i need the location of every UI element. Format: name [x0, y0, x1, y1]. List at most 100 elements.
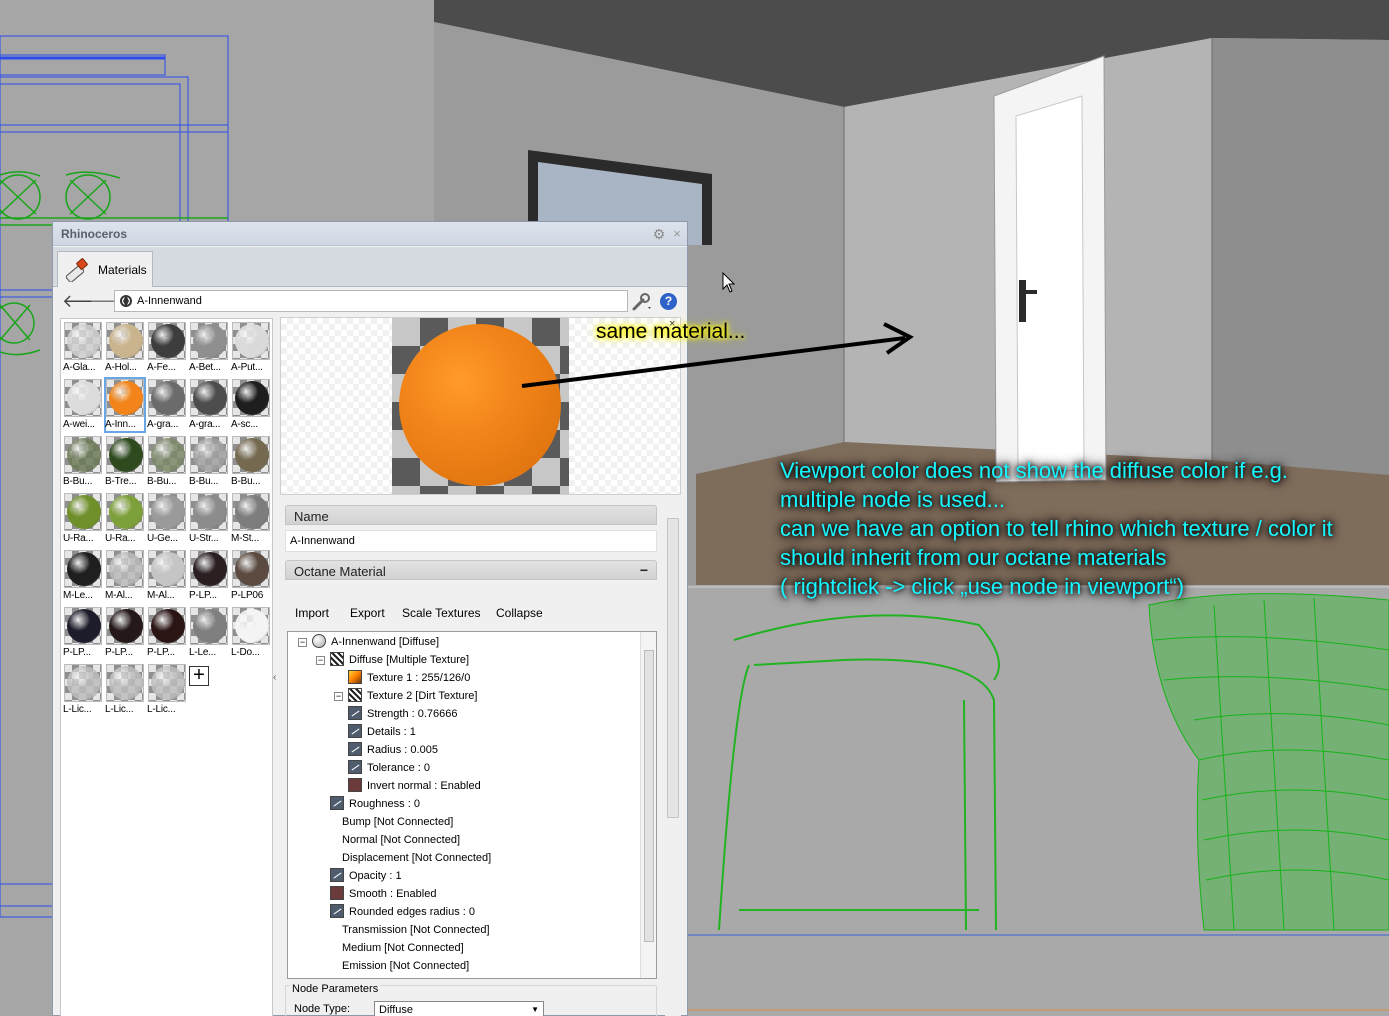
material-thumbnail[interactable]: M-Al... — [105, 549, 145, 603]
expander-icon[interactable]: − — [316, 656, 325, 665]
material-thumbnail[interactable]: U-Ra... — [105, 492, 145, 546]
octane-material-icon — [120, 295, 132, 307]
material-swatch — [64, 664, 102, 702]
node-tree-item[interactable]: Details : 1 — [348, 723, 416, 741]
tree-scrollbar-thumb[interactable] — [644, 650, 654, 942]
material-thumbnail[interactable]: A-Hol... — [105, 321, 145, 375]
close-icon[interactable]: × — [670, 226, 684, 242]
node-tree-item[interactable]: Bump [Not Connected] — [330, 813, 453, 831]
import-button[interactable]: Import — [295, 606, 329, 620]
material-thumbnail[interactable]: A-sc... — [231, 378, 271, 432]
node-tree-item[interactable]: Diffuse [Multiple Texture] — [330, 651, 469, 669]
material-thumbnail[interactable]: A-wei... — [63, 378, 103, 432]
material-thumbnail[interactable]: A-Fe... — [147, 321, 187, 375]
chevron-down-icon: ▼ — [531, 1005, 539, 1014]
material-ball — [109, 609, 143, 643]
material-thumbnail[interactable]: A-gra... — [147, 378, 187, 432]
collapse-button[interactable]: Collapse — [496, 606, 543, 620]
material-thumbnail[interactable]: P-LP... — [63, 606, 103, 660]
node-tree-item[interactable]: Transmission [Not Connected] — [330, 921, 490, 939]
node-parameters-group: Node Parameters Node Type: Diffuse ▼ — [285, 983, 657, 1016]
add-material-button[interactable]: + — [189, 665, 209, 686]
node-tree-item[interactable]: A-Innenwand [Diffuse] — [312, 633, 439, 651]
material-thumbnail[interactable]: P-LP06 — [231, 549, 271, 603]
material-thumbnail[interactable]: B-Bu... — [63, 435, 103, 489]
material-thumbnail[interactable]: A-gra... — [189, 378, 229, 432]
expander-icon[interactable]: − — [334, 692, 343, 701]
material-label: A-sc... — [231, 419, 258, 430]
node-tree-item[interactable]: Radius : 0.005 — [348, 741, 438, 759]
material-thumbnail[interactable]: M-Le... — [63, 549, 103, 603]
scale-textures-button[interactable]: Scale Textures — [402, 606, 481, 620]
node-tree-item[interactable]: Roughness : 0 — [330, 795, 420, 813]
material-thumbnail[interactable]: L-Lic... — [63, 663, 103, 717]
node-tree-item[interactable]: Tolerance : 0 — [348, 759, 430, 777]
node-parameters-title: Node Parameters — [290, 983, 381, 995]
node-tree-item[interactable]: Opacity : 1 — [330, 867, 402, 885]
properties-scrollbar-thumb[interactable] — [667, 518, 679, 818]
gear-icon[interactable]: ⚙ — [651, 226, 667, 242]
arrow-right-icon[interactable]: 🡒 — [89, 292, 137, 311]
material-thumbnail[interactable]: M-St... — [231, 492, 271, 546]
node-tree-item[interactable]: Medium [Not Connected] — [330, 939, 464, 957]
node-tree-label: Tolerance : 0 — [367, 762, 430, 774]
tree-scrollbar[interactable] — [640, 632, 656, 978]
breadcrumb[interactable]: A-Innenwand — [114, 290, 628, 312]
material-thumbnail[interactable]: A-Gla... — [63, 321, 103, 375]
material-thumbnail[interactable]: A-Put... — [231, 321, 271, 375]
material-grid[interactable]: A-Gla... A-Hol... A-Fe... A-Bet... A-Put... A… — [60, 318, 273, 1016]
material-ball — [235, 381, 269, 415]
material-thumbnail[interactable]: B-Bu... — [231, 435, 271, 489]
node-tree-item[interactable]: Strength : 0.76666 — [348, 705, 458, 723]
node-tree-item[interactable]: Smooth : Enabled — [330, 885, 436, 903]
node-tree-item[interactable]: Invert normal : Enabled — [348, 777, 481, 795]
material-thumbnail[interactable]: U-Ra... — [63, 492, 103, 546]
material-thumbnail[interactable]: P-LP... — [147, 606, 187, 660]
material-thumbnail[interactable]: L-Le... — [189, 606, 229, 660]
material-thumbnail[interactable]: A-Bet... — [189, 321, 229, 375]
material-thumbnail[interactable]: L-Do... — [231, 606, 271, 660]
material-thumbnail[interactable]: B-Bu... — [189, 435, 229, 489]
material-swatch — [190, 607, 228, 645]
material-swatch — [190, 550, 228, 588]
material-label: U-Ge... — [147, 533, 178, 544]
material-thumbnail[interactable]: P-LP... — [105, 606, 145, 660]
material-thumbnail[interactable]: B-Bu... — [147, 435, 187, 489]
node-tree-item[interactable]: Texture 1 : 255/126/0 — [348, 669, 470, 687]
collapse-icon[interactable]: − — [640, 562, 648, 578]
material-thumbnail[interactable]: L-Lic... — [105, 663, 145, 717]
preview-sphere — [399, 324, 561, 486]
material-thumbnail[interactable]: U-Ge... — [147, 492, 187, 546]
node-tree[interactable]: A-Innenwand [Diffuse] − Diffuse [Multiple … — [287, 631, 657, 979]
material-thumbnail[interactable]: M-Al... — [147, 549, 187, 603]
export-button[interactable]: Export — [350, 606, 385, 620]
expander-icon[interactable]: − — [298, 638, 307, 647]
node-tree-item[interactable]: Emission [Not Connected] — [330, 957, 469, 975]
material-thumbnail[interactable]: A-Inn... — [104, 377, 146, 433]
node-tree-item[interactable]: Rounded edges radius : 0 — [330, 903, 475, 921]
node-tree-label: Normal [Not Connected] — [342, 834, 460, 846]
help-icon[interactable]: ? — [660, 293, 677, 310]
properties-scrollbar[interactable] — [665, 502, 681, 1016]
tab-materials[interactable]: Materials — [57, 251, 153, 287]
material-thumbnail[interactable]: L-Lic... — [147, 663, 187, 717]
node-tree-item[interactable]: Texture 2 [Dirt Texture] — [348, 687, 477, 705]
arrow-left-icon[interactable]: 🡐 — [62, 292, 110, 311]
material-thumbnail[interactable]: B-Tre... — [105, 435, 145, 489]
octane-section-header[interactable]: Octane Material − — [285, 560, 657, 580]
name-section-header[interactable]: Name — [285, 505, 657, 525]
wrench-icon[interactable] — [631, 292, 653, 312]
node-type-select[interactable]: Diffuse ▼ — [374, 1001, 544, 1016]
node-tree-item[interactable]: Normal [Not Connected] — [330, 831, 460, 849]
same-material-callout: same material... — [596, 320, 746, 343]
node-tree-label: Opacity : 1 — [349, 870, 402, 882]
mouse-cursor-icon — [722, 272, 736, 293]
material-name-field[interactable]: A-Innenwand — [285, 530, 657, 552]
material-thumbnail[interactable]: P-LP... — [189, 549, 229, 603]
material-label: P-LP... — [63, 647, 91, 658]
panel-titlebar[interactable]: Rhinoceros ⚙ × — [53, 222, 687, 246]
node-tree-label: Strength : 0.76666 — [367, 708, 458, 720]
material-thumbnail[interactable]: U-Str... — [189, 492, 229, 546]
octane-section-title: Octane Material — [294, 564, 386, 579]
node-tree-item[interactable]: Displacement [Not Connected] — [330, 849, 491, 867]
